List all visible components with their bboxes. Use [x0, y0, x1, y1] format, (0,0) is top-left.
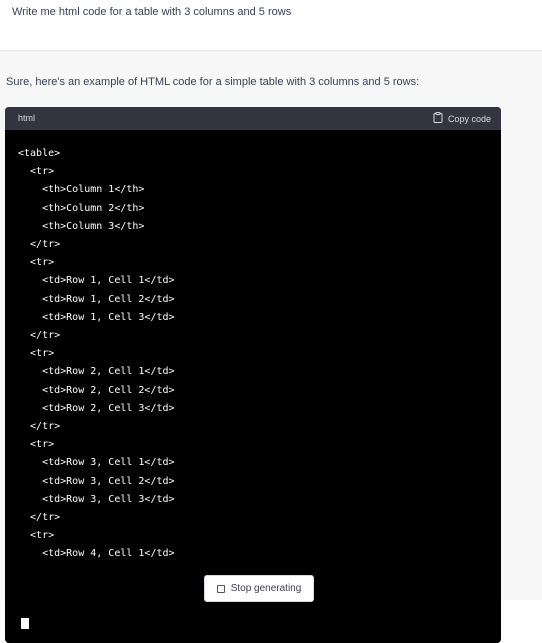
code-block-header: html Copy code [5, 107, 501, 130]
copy-code-button[interactable]: Copy code [433, 111, 491, 126]
assistant-intro-text: Sure, here's an example of HTML code for… [6, 76, 420, 88]
assistant-message: Sure, here's an example of HTML code for… [0, 51, 542, 643]
code-language-label: html [18, 113, 36, 123]
code-content: <table> <tr> <th>Column 1</th> <th>Colum… [18, 148, 175, 560]
clipboard-icon [433, 110, 443, 128]
copy-code-label: Copy code [447, 113, 491, 124]
user-message: Write me html code for a table with 3 co… [0, 0, 542, 51]
stop-generating-label: Stop generating [230, 583, 302, 594]
user-prompt-text: Write me html code for a table with 3 co… [12, 6, 292, 18]
stop-square-icon [216, 584, 225, 593]
typing-cursor [21, 618, 29, 629]
code-block: html Copy code <table> <tr> <th>Column 1… [5, 107, 501, 643]
stop-generating-button[interactable]: Stop generating [204, 575, 314, 602]
